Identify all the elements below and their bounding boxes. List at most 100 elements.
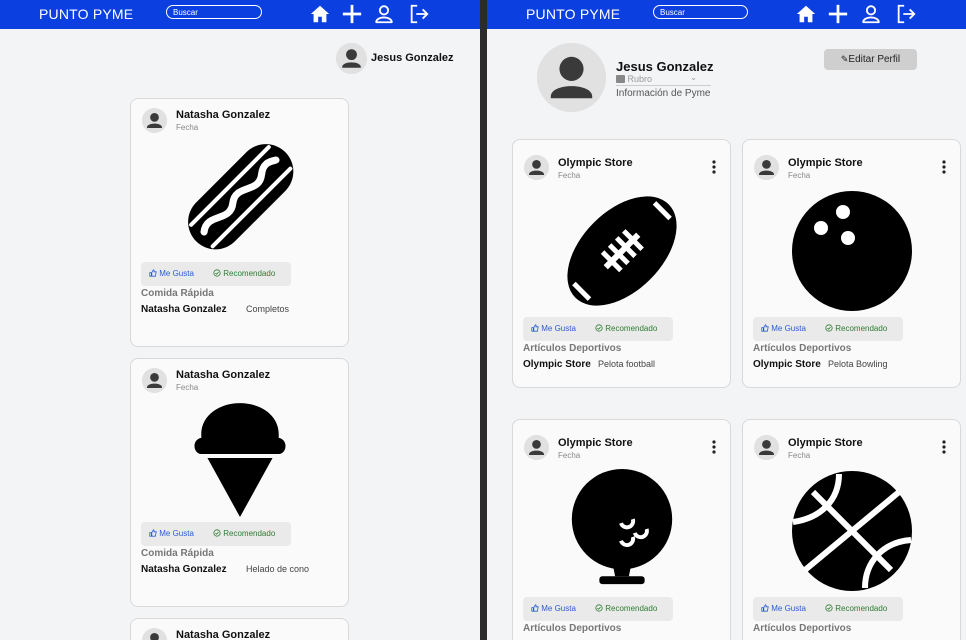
recommend-button[interactable]: Recomendado — [825, 604, 887, 613]
thumbs-up-icon — [761, 604, 769, 612]
check-circle-icon — [825, 324, 833, 332]
post-date: Fecha — [558, 451, 581, 460]
like-button[interactable]: Me Gusta — [149, 269, 194, 278]
avatar — [524, 155, 549, 180]
thumbs-up-icon — [149, 269, 157, 277]
post-date: Fecha — [558, 171, 581, 180]
thumbs-up-icon — [531, 324, 539, 332]
post-category: Artículos Deportivos — [523, 343, 622, 354]
navbar: PUNTO PYME — [487, 0, 966, 29]
post-card[interactable]: Olympic Store Fecha Me Gusta Recomendado… — [742, 139, 961, 388]
home-icon[interactable] — [309, 3, 331, 25]
golf-ball-icon — [571, 468, 673, 585]
post-actions: Me Gusta Recomendado — [141, 522, 291, 546]
like-button[interactable]: Me Gusta — [761, 604, 806, 613]
more-options-icon[interactable] — [712, 160, 716, 174]
avatar — [754, 155, 779, 180]
logout-icon[interactable] — [408, 3, 430, 25]
post-date: Fecha — [176, 383, 199, 392]
brand-logo[interactable]: PUNTO PYME — [526, 6, 620, 22]
avatar — [142, 628, 167, 640]
like-button[interactable]: Me Gusta — [531, 324, 576, 333]
pane-divider — [480, 0, 487, 640]
football-icon — [567, 196, 677, 306]
post-category: Comida Rápida — [141, 288, 214, 299]
check-circle-icon — [213, 269, 221, 277]
user-icon[interactable] — [860, 3, 882, 25]
post-author: Natasha Gonzalez — [176, 109, 271, 121]
plus-icon[interactable] — [827, 3, 849, 25]
search-input[interactable] — [653, 5, 748, 19]
post-category: Artículos Deportivos — [753, 343, 852, 354]
post-actions: Me Gusta Recomendado — [141, 262, 291, 286]
post-owner: Natasha Gonzalez — [141, 304, 227, 315]
like-button[interactable]: Me Gusta — [761, 324, 806, 333]
thumbs-up-icon — [531, 604, 539, 612]
post-owner: Olympic Store — [753, 359, 821, 370]
ice-cream-icon — [194, 403, 286, 517]
avatar — [142, 368, 167, 393]
post-product: Pelota football — [598, 359, 656, 369]
like-button[interactable]: Me Gusta — [149, 529, 194, 538]
user-icon[interactable] — [373, 3, 395, 25]
avatar — [754, 435, 779, 460]
check-circle-icon — [595, 324, 603, 332]
profile-avatar — [537, 43, 606, 112]
edit-profile-button[interactable]: ✎Editar Perfil — [824, 49, 917, 70]
recommend-button[interactable]: Recomendado — [213, 269, 275, 278]
post-card[interactable]: Natasha Gonzalez Fecha Me Gusta Recomend… — [130, 358, 349, 607]
post-card[interactable]: Natasha Gonzalez Fecha Me Gusta Recomend… — [130, 98, 349, 347]
post-date: Fecha — [788, 171, 811, 180]
profile-pane: PUNTO PYME Jesus Gonzalez Rubro ⌄ Inform… — [487, 0, 966, 640]
avatar — [142, 108, 167, 133]
post-author: Olympic Store — [558, 157, 633, 169]
post-owner: Olympic Store — [523, 359, 591, 370]
more-options-icon[interactable] — [712, 440, 716, 454]
post-category: Artículos Deportivos — [523, 623, 622, 634]
thumbs-up-icon — [149, 529, 157, 537]
navbar: PUNTO PYME — [0, 0, 480, 29]
post-category: Comida Rápida — [141, 548, 214, 559]
profile-name: Jesus Gonzalez — [616, 59, 714, 74]
hotdog-icon — [188, 144, 294, 250]
check-circle-icon — [213, 529, 221, 537]
post-author: Olympic Store — [788, 437, 863, 449]
logout-icon[interactable] — [895, 3, 917, 25]
recommend-button[interactable]: Recomendado — [213, 529, 275, 538]
post-owner: Natasha Gonzalez — [141, 564, 227, 575]
header-avatar[interactable] — [336, 43, 367, 74]
post-author: Natasha Gonzalez — [176, 369, 271, 381]
recommend-button[interactable]: Recomendado — [595, 604, 657, 613]
plus-icon[interactable] — [341, 3, 363, 25]
rubro-select[interactable]: Rubro ⌄ — [616, 73, 711, 86]
chevron-down-icon: ⌄ — [690, 73, 697, 82]
thumbs-up-icon — [761, 324, 769, 332]
shop-icon — [616, 75, 625, 83]
post-card[interactable]: Olympic Store Fecha Me Gusta Recomendado… — [742, 419, 961, 640]
profile-info: Información de Pyme — [616, 88, 711, 99]
post-card[interactable]: Natasha Gonzalez — [130, 618, 349, 640]
post-product: Helado de cono — [246, 564, 310, 574]
recommend-button[interactable]: Recomendado — [595, 324, 657, 333]
post-actions: Me Gusta Recomendado — [753, 597, 903, 621]
post-card[interactable]: Olympic Store Fecha Me Gusta Recomendado… — [512, 139, 731, 388]
post-card[interactable]: Olympic Store Fecha Me Gusta Recomendado… — [512, 419, 731, 640]
header-user-name[interactable]: Jesus Gonzalez — [371, 52, 454, 64]
search-input[interactable] — [166, 5, 262, 19]
avatar — [524, 435, 549, 460]
bowling-ball-icon — [792, 191, 912, 311]
post-date: Fecha — [176, 123, 199, 132]
post-category: Artículos Deportivos — [753, 623, 852, 634]
home-icon[interactable] — [795, 3, 817, 25]
like-button[interactable]: Me Gusta — [531, 604, 576, 613]
post-author: Natasha Gonzalez — [176, 629, 271, 640]
check-circle-icon — [595, 604, 603, 612]
recommend-button[interactable]: Recomendado — [825, 324, 887, 333]
more-options-icon[interactable] — [942, 160, 946, 174]
brand-logo[interactable]: PUNTO PYME — [39, 6, 133, 22]
post-author: Olympic Store — [558, 437, 633, 449]
more-options-icon[interactable] — [942, 440, 946, 454]
post-author: Olympic Store — [788, 157, 863, 169]
feed-pane: PUNTO PYME Jesus Gonzalez Natasha Gonzal… — [0, 0, 480, 640]
post-actions: Me Gusta Recomendado — [753, 317, 903, 341]
